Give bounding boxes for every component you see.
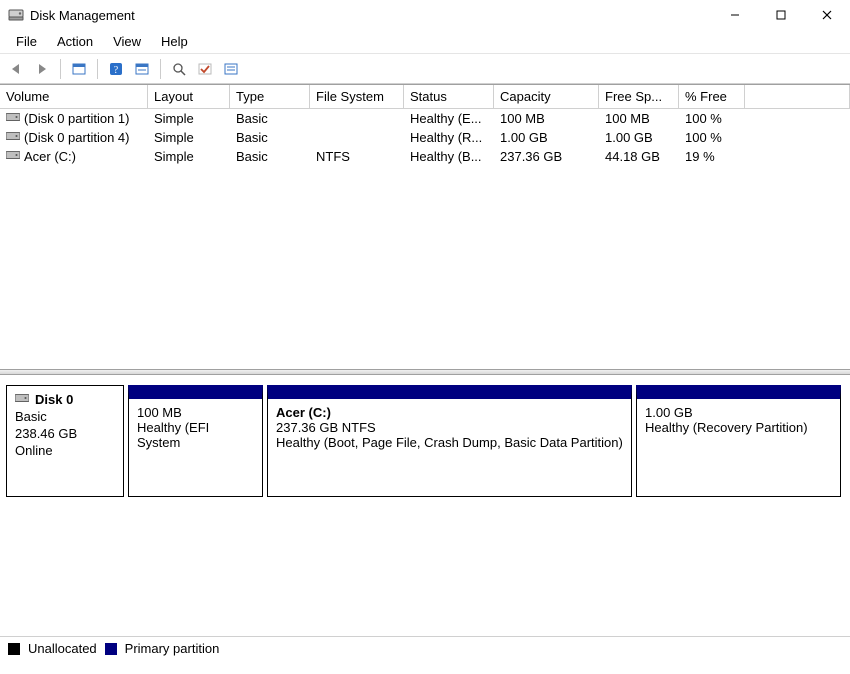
partition-size: 1.00 GB: [645, 405, 832, 420]
volume-list: Volume Layout Type File System Status Ca…: [0, 84, 850, 369]
menu-help[interactable]: Help: [151, 32, 198, 51]
disk-icon: [15, 392, 29, 407]
volume-icon: [6, 130, 20, 145]
bottom-edge: [0, 660, 850, 674]
partition-status: Healthy (Boot, Page File, Crash Dump, Ba…: [276, 435, 623, 450]
partitions: 100 MBHealthy (EFI SystemAcer (C:)237.36…: [128, 385, 844, 497]
table-row[interactable]: Acer (C:) SimpleBasicNTFSHealthy (B...237…: [0, 147, 850, 166]
menu-action[interactable]: Action: [47, 32, 103, 51]
window-title: Disk Management: [30, 8, 135, 23]
column-header-volume[interactable]: Volume: [0, 85, 148, 108]
volume-pct: 100 %: [679, 110, 745, 127]
volume-fs: [310, 110, 404, 127]
disk-type: Basic: [15, 409, 115, 424]
volume-layout: Simple: [148, 129, 230, 146]
volume-free: 100 MB: [599, 110, 679, 127]
volume-status: Healthy (R...: [404, 129, 494, 146]
volume-name: Acer (C:): [24, 149, 76, 164]
volume-type: Basic: [230, 110, 310, 127]
volume-pct: 19 %: [679, 148, 745, 165]
maximize-button[interactable]: [758, 0, 804, 30]
partition[interactable]: 1.00 GBHealthy (Recovery Partition): [636, 385, 841, 497]
volume-layout: Simple: [148, 148, 230, 165]
volume-name: (Disk 0 partition 1): [24, 111, 129, 126]
partition-size: 237.36 GB NTFS: [276, 420, 623, 435]
disk-info[interactable]: Disk 0 Basic 238.46 GB Online: [6, 385, 124, 497]
menubar: File Action View Help: [0, 30, 850, 54]
toolbar-separator: [60, 59, 61, 79]
app-icon: [8, 7, 24, 23]
show-hide-tree-button[interactable]: [67, 57, 91, 81]
column-header-status[interactable]: Status: [404, 85, 494, 108]
menu-file[interactable]: File: [6, 32, 47, 51]
volume-name: (Disk 0 partition 4): [24, 130, 129, 145]
partition-name: Acer (C:): [276, 405, 623, 420]
menu-view[interactable]: View: [103, 32, 151, 51]
disk-row: Disk 0 Basic 238.46 GB Online 100 MBHeal…: [6, 385, 844, 497]
help-button[interactable]: ?: [104, 57, 128, 81]
volume-icon: [6, 149, 20, 164]
volume-list-header: Volume Layout Type File System Status Ca…: [0, 84, 850, 109]
toolbar-separator: [97, 59, 98, 79]
volume-fs: NTFS: [310, 148, 404, 165]
column-header-spacer: [745, 85, 850, 108]
column-header-free[interactable]: Free Sp...: [599, 85, 679, 108]
table-row[interactable]: (Disk 0 partition 4) SimpleBasic Healthy (…: [0, 128, 850, 147]
table-row[interactable]: (Disk 0 partition 1) SimpleBasic Healthy (…: [0, 109, 850, 128]
volume-type: Basic: [230, 129, 310, 146]
partition-status: Healthy (EFI System: [137, 420, 254, 450]
legend-label-primary: Primary partition: [125, 641, 220, 656]
disk-state: Online: [15, 443, 115, 458]
column-header-capacity[interactable]: Capacity: [494, 85, 599, 108]
properties-button[interactable]: [219, 57, 243, 81]
volume-list-body[interactable]: (Disk 0 partition 1)SimpleBasicHealthy (…: [0, 109, 850, 369]
volume-fs: [310, 129, 404, 146]
volume-layout: Simple: [148, 110, 230, 127]
toolbar: ?: [0, 54, 850, 84]
disk-size: 238.46 GB: [15, 426, 115, 441]
volume-cap: 237.36 GB: [494, 148, 599, 165]
disk-name: Disk 0: [35, 392, 73, 407]
volume-status: Healthy (B...: [404, 148, 494, 165]
volume-status: Healthy (E...: [404, 110, 494, 127]
volume-cap: 1.00 GB: [494, 129, 599, 146]
legend-swatch-unallocated: [8, 643, 20, 655]
rescan-button[interactable]: [193, 57, 217, 81]
titlebar: Disk Management: [0, 0, 850, 30]
legend-swatch-primary: [105, 643, 117, 655]
volume-cap: 100 MB: [494, 110, 599, 127]
legend-label-unallocated: Unallocated: [28, 641, 97, 656]
volume-icon: [6, 111, 20, 126]
volume-free: 44.18 GB: [599, 148, 679, 165]
partition-size: 100 MB: [137, 405, 254, 420]
disk-pane: Disk 0 Basic 238.46 GB Online 100 MBHeal…: [0, 375, 850, 503]
svg-text:?: ?: [114, 65, 119, 76]
window-controls: [712, 0, 850, 30]
legend: Unallocated Primary partition: [0, 636, 850, 660]
column-header-type[interactable]: Type: [230, 85, 310, 108]
volume-type: Basic: [230, 148, 310, 165]
forward-button[interactable]: [30, 57, 54, 81]
column-header-layout[interactable]: Layout: [148, 85, 230, 108]
partition[interactable]: Acer (C:)237.36 GB NTFSHealthy (Boot, Pa…: [267, 385, 632, 497]
refresh-button[interactable]: [167, 57, 191, 81]
settings-button[interactable]: [130, 57, 154, 81]
partition[interactable]: 100 MBHealthy (EFI System: [128, 385, 263, 497]
lower-pad: [0, 503, 850, 636]
volume-pct: 100 %: [679, 129, 745, 146]
toolbar-separator: [160, 59, 161, 79]
partition-status: Healthy (Recovery Partition): [645, 420, 832, 435]
volume-free: 1.00 GB: [599, 129, 679, 146]
back-button[interactable]: [4, 57, 28, 81]
column-header-pct[interactable]: % Free: [679, 85, 745, 108]
column-header-fs[interactable]: File System: [310, 85, 404, 108]
minimize-button[interactable]: [712, 0, 758, 30]
close-button[interactable]: [804, 0, 850, 30]
